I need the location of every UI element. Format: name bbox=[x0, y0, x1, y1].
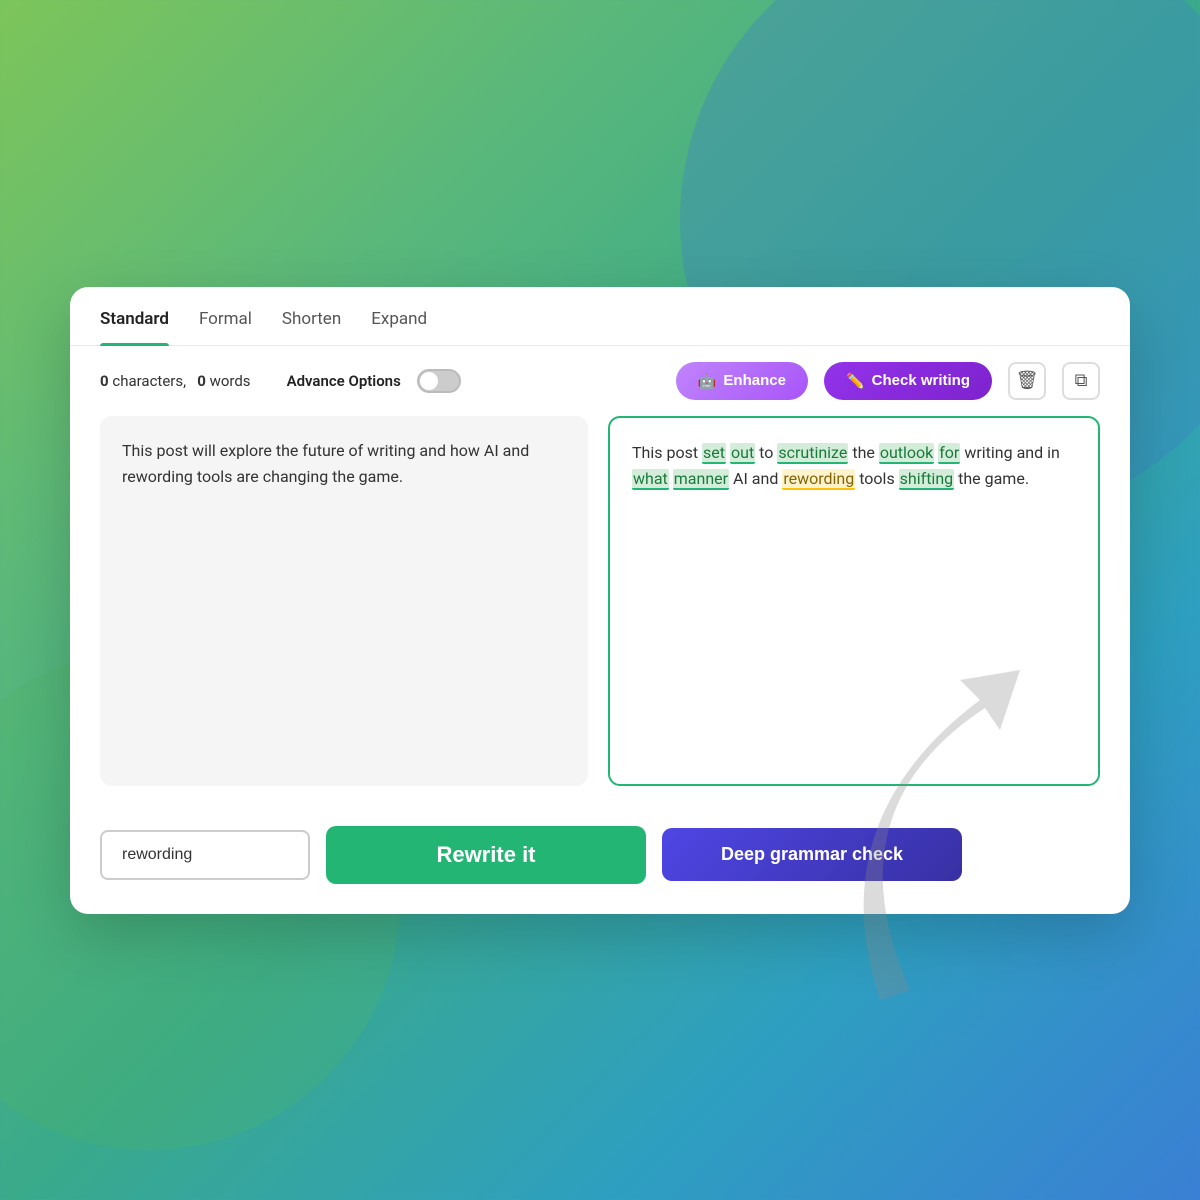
tabs-row: Standard Formal Shorten Expand bbox=[70, 287, 1130, 346]
output-text-part: to bbox=[755, 443, 777, 462]
characters-label: characters, bbox=[112, 372, 186, 390]
output-text-part: manner bbox=[673, 469, 729, 490]
output-text-part: the bbox=[848, 443, 878, 462]
output-text-part: for bbox=[938, 443, 960, 464]
char-word-count: 0 characters, 0 words bbox=[100, 372, 251, 390]
output-text-part: the game. bbox=[954, 469, 1029, 488]
output-text-part: outlook bbox=[879, 443, 934, 464]
output-panel: This post set out to scrutinize the outl… bbox=[608, 416, 1100, 786]
controls-row: 0 characters, 0 words Advance Options 🤖 … bbox=[70, 346, 1130, 416]
enhance-label: Enhance bbox=[723, 372, 786, 389]
enhance-button[interactable]: 🤖 Enhance bbox=[676, 362, 808, 400]
output-text-part: out bbox=[730, 443, 755, 464]
output-text-part: This post bbox=[632, 443, 702, 462]
output-text-part: writing and in bbox=[960, 443, 1059, 462]
output-text-part: rewording bbox=[782, 469, 855, 490]
copy-button[interactable]: ⧉ bbox=[1062, 362, 1100, 400]
rewrite-button[interactable]: Rewrite it bbox=[326, 826, 646, 884]
check-writing-icon: ✏️ bbox=[846, 372, 865, 390]
output-text-part: shifting bbox=[899, 469, 954, 490]
words-label: words bbox=[210, 372, 251, 390]
tab-expand[interactable]: Expand bbox=[371, 309, 427, 345]
characters-count: 0 bbox=[100, 372, 109, 390]
tab-formal[interactable]: Formal bbox=[199, 309, 252, 345]
advance-options-toggle[interactable] bbox=[417, 369, 461, 393]
check-writing-label: Check writing bbox=[872, 372, 970, 389]
tab-shorten[interactable]: Shorten bbox=[282, 309, 341, 345]
check-writing-button[interactable]: ✏️ Check writing bbox=[824, 362, 992, 400]
delete-icon: 🗑 bbox=[1016, 370, 1039, 391]
copy-icon: ⧉ bbox=[1075, 370, 1088, 391]
input-text: This post will explore the future of wri… bbox=[122, 441, 529, 486]
output-text-part: what bbox=[632, 469, 669, 490]
output-text-part: set bbox=[702, 443, 726, 464]
input-panel[interactable]: This post will explore the future of wri… bbox=[100, 416, 588, 786]
advance-options-label: Advance Options bbox=[287, 372, 401, 390]
enhance-icon: 🤖 bbox=[698, 372, 717, 390]
output-text-part: tools bbox=[855, 469, 898, 488]
output-text-part: scrutinize bbox=[777, 443, 848, 464]
rewording-input[interactable] bbox=[100, 830, 310, 880]
bottom-row: Rewrite it Deep grammar check bbox=[70, 810, 1130, 914]
main-card: Standard Formal Shorten Expand 0 charact… bbox=[70, 287, 1130, 914]
words-count: 0 bbox=[197, 372, 206, 390]
delete-button[interactable]: 🗑 bbox=[1008, 362, 1046, 400]
tab-standard[interactable]: Standard bbox=[100, 309, 169, 345]
content-area: This post will explore the future of wri… bbox=[70, 416, 1130, 810]
output-text-part: AI and bbox=[729, 469, 782, 488]
grammar-check-button[interactable]: Deep grammar check bbox=[662, 828, 962, 881]
